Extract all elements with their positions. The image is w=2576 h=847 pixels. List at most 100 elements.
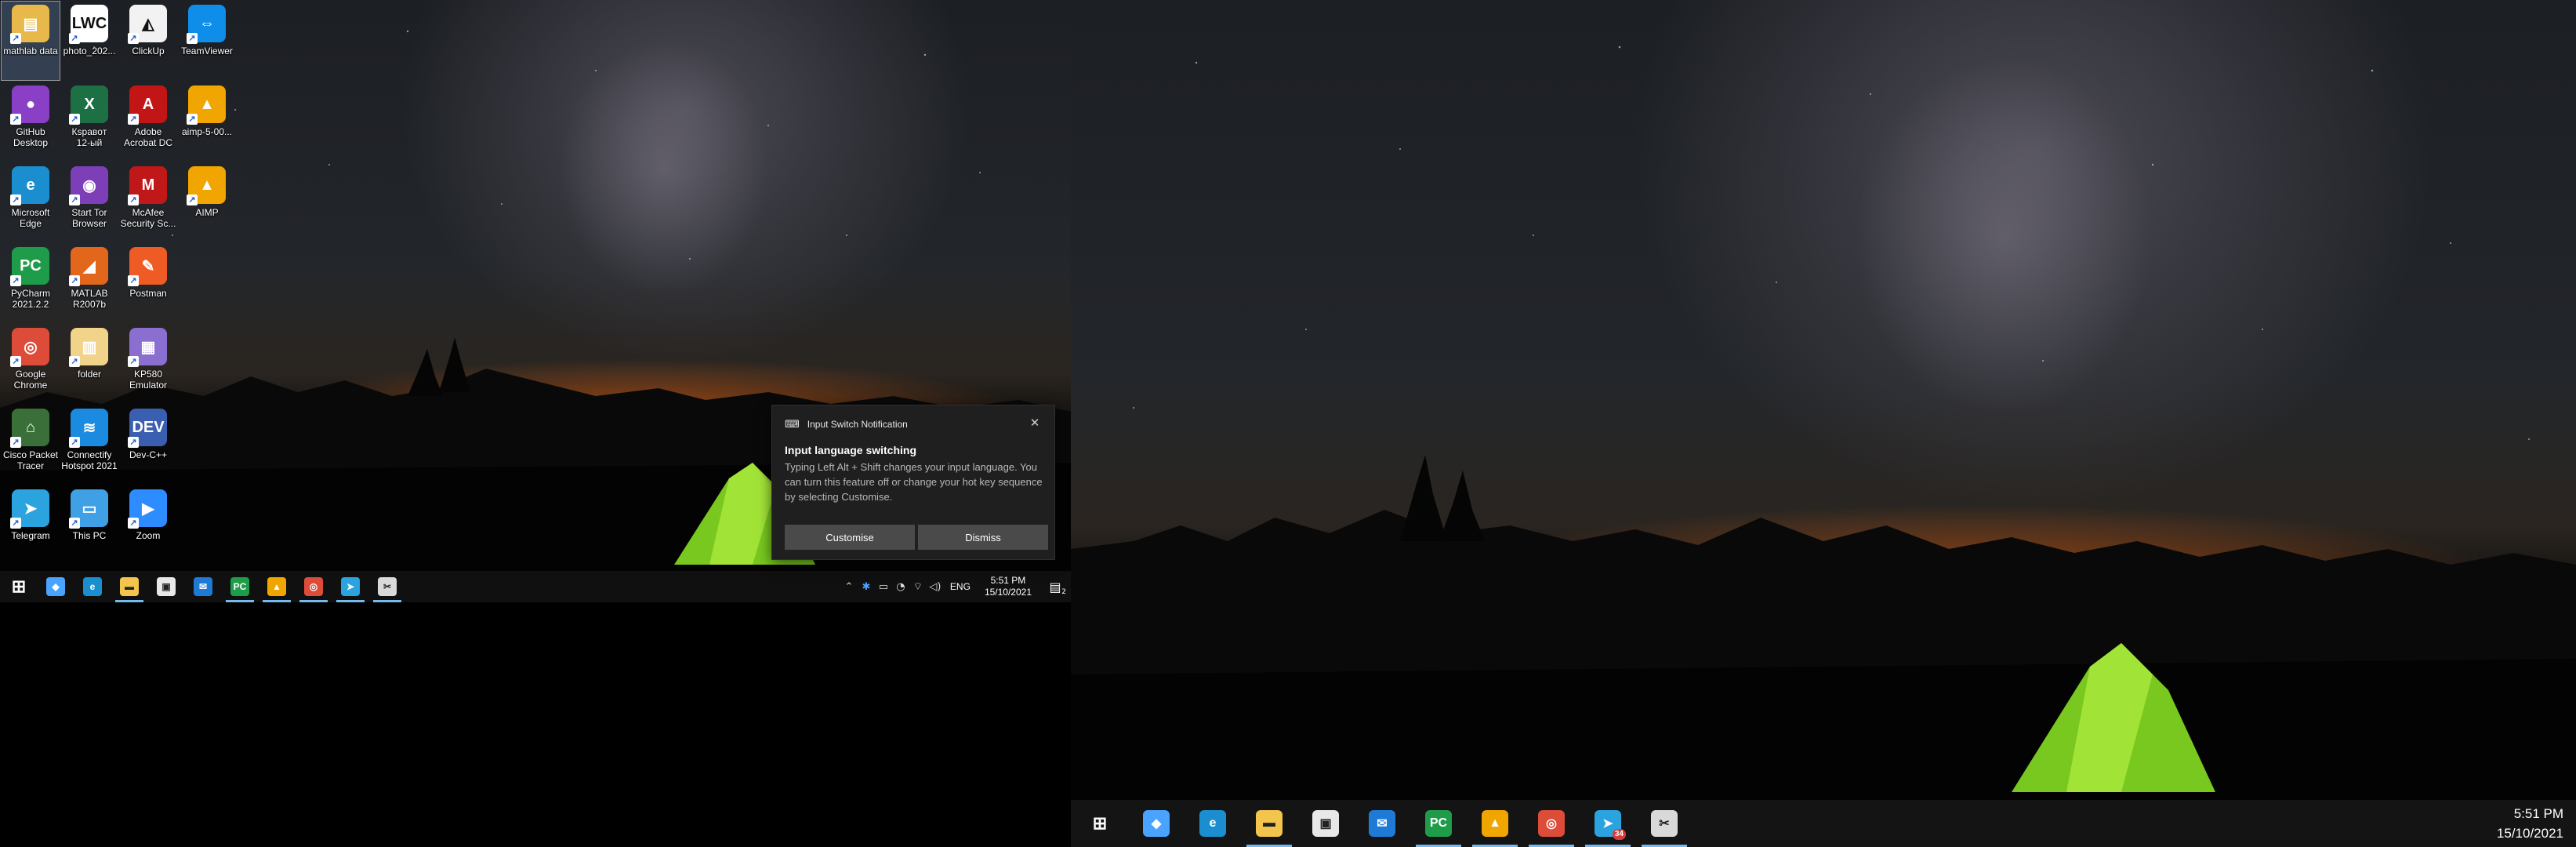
toast-body: Typing Left Alt + Shift changes your inp… (785, 461, 1043, 503)
desktop-icon[interactable]: ◉ ↗ Start Tor Browser (60, 163, 118, 242)
desktop-icon[interactable]: ◭ ↗ ClickUp (119, 2, 177, 80)
battery-icon[interactable]: ▭ (875, 571, 892, 602)
aimp-icon: ▲ ↗ (187, 166, 226, 205)
shortcut-arrow-icon: ↗ (69, 356, 80, 367)
shortcut-arrow-icon: ↗ (10, 437, 21, 448)
desktop-icon[interactable]: e ↗ Microsoft Edge (2, 163, 60, 242)
taskbar-button-telegram[interactable]: ➤ (332, 571, 369, 602)
taskbar-button-aimp[interactable]: ▲ (258, 571, 296, 602)
taskbar-button-mail[interactable]: ✉ (184, 571, 222, 602)
dismiss-button[interactable]: Dismiss (918, 525, 1048, 550)
desktop-icon[interactable]: ▭ ↗ This PC (60, 486, 118, 565)
file-explorer-icon: ▬ (120, 577, 139, 596)
acrobat-icon: A ↗ (128, 85, 167, 125)
image-file-icon: LWC ↗ (69, 5, 108, 44)
telegram-icon: ➤ 34 (1595, 810, 1626, 840)
volume-icon[interactable]: ◁) (927, 571, 944, 602)
taskbar-button-aimp[interactable]: ▲ (1466, 800, 1524, 847)
desktop-icon[interactable]: ● ↗ GitHub Desktop (2, 82, 60, 161)
teamviewer-icon: ⇔ ↗ (187, 5, 226, 44)
close-icon[interactable]: ✕ (1026, 415, 1043, 432)
mail-icon: ✉ (1369, 810, 1395, 837)
desktop-icon[interactable]: ▦ ↗ KP580 Emulator (119, 325, 177, 403)
zoom-icon: ▶ ↗ (128, 489, 167, 529)
desktop-icon[interactable]: ▤ ↗ mathlab data (1, 1, 60, 81)
desktop-icon-label: Telegram (11, 530, 50, 541)
excel-file-icon: X ↗ (69, 85, 108, 125)
language-indicator[interactable]: ENG (944, 581, 977, 592)
store-icon: ▣ (1312, 810, 1339, 837)
desktop-icon-label: ClickUp (132, 45, 165, 56)
chrome-icon: ◎ (304, 577, 323, 596)
taskbar-button-connectify[interactable]: ◆ (1127, 800, 1185, 847)
taskbar-button-store[interactable]: ▣ (1297, 800, 1355, 847)
packet-tracer-icon: ⌂ ↗ (10, 409, 49, 448)
desktop-icon-label: Adobe Acrobat DC (123, 126, 173, 148)
desktop-icon[interactable]: ▶ ↗ Zoom (119, 486, 177, 565)
chevron-up-icon[interactable]: ⌃ (840, 571, 858, 602)
clock-date: 15/10/2021 (984, 587, 1032, 598)
mcafee-icon: M ↗ (128, 166, 167, 205)
taskbar-button-file-explorer[interactable]: ▬ (1240, 800, 1298, 847)
telegram-icon: ➤ ↗ (10, 489, 49, 529)
taskbar-button-mail[interactable]: ✉ (1353, 800, 1411, 847)
taskbar-button-store[interactable]: ▣ (147, 571, 185, 602)
taskbar-button-chrome[interactable]: ◎ (1522, 800, 1580, 847)
desktop-icon-label: Zoom (136, 530, 161, 541)
taskbar-button-snipping[interactable]: ✂ (1635, 800, 1693, 847)
tor-browser-icon: ◉ ↗ (69, 166, 108, 205)
shortcut-arrow-icon: ↗ (10, 518, 21, 529)
taskbar-clock[interactable]: 5:51 PM 15/10/2021 (2497, 804, 2563, 843)
action-center-button[interactable]: ▤ 2 (1039, 571, 1071, 602)
desktop-icon[interactable]: ⇔ ↗ TeamViewer (178, 2, 236, 80)
taskbar-button-file-explorer[interactable]: ▬ (111, 571, 148, 602)
taskbar-button-snipping[interactable]: ✂ (368, 571, 406, 602)
store-icon: ▣ (157, 577, 176, 596)
customise-button[interactable]: Customise (785, 525, 915, 550)
desktop-icon-label: Postman (129, 288, 167, 299)
desktop-icon[interactable]: A ↗ Adobe Acrobat DC (119, 82, 177, 161)
taskbar-button-pycharm[interactable]: PC (1410, 800, 1468, 847)
desktop-icon[interactable]: PC ↗ PyCharm 2021.2.2 (2, 244, 60, 322)
desktop-icon-label: Cisco Packet Tracer (2, 449, 59, 471)
kp580-emulator-icon: ▦ ↗ (128, 328, 167, 367)
desktop-icon[interactable]: ⌂ ↗ Cisco Packet Tracer (2, 405, 60, 484)
taskbar-button-start[interactable]: ⊞ (1071, 800, 1129, 847)
taskbar-button-connectify[interactable]: ◆ (37, 571, 74, 602)
desktop-icon[interactable]: M ↗ McAfee Security Sc... (119, 163, 177, 242)
desktop-icon[interactable]: LWC ↗ photo_202... (60, 2, 118, 80)
shortcut-arrow-icon: ↗ (128, 194, 139, 205)
shortcut-arrow-icon: ↗ (128, 275, 139, 286)
taskbar-button-edge[interactable]: e (1184, 800, 1242, 847)
taskbar-clock[interactable]: 5:51 PM 15/10/2021 (977, 575, 1039, 598)
aimp-installer-icon: ▲ ↗ (187, 85, 226, 125)
taskbar-button-chrome[interactable]: ◎ (295, 571, 332, 602)
desktop-icon[interactable]: ▥ ↗ folder (60, 325, 118, 403)
folder-file-icon: ▥ ↗ (69, 328, 108, 367)
taskbar-button-pycharm[interactable]: PC (221, 571, 259, 602)
desktop-icon[interactable]: ➤ ↗ Telegram (2, 486, 60, 565)
network-icon[interactable]: ◔ (892, 571, 909, 602)
connectify-taskbar-icon: ◆ (1143, 810, 1170, 837)
shortcut-arrow-icon: ↗ (128, 437, 139, 448)
shortcut-arrow-icon: ↗ (10, 275, 21, 286)
taskbar-button-edge[interactable]: e (74, 571, 111, 602)
bluetooth-icon[interactable]: ✱ (858, 571, 875, 602)
desktop-icon-label: PyCharm 2021.2.2 (10, 288, 50, 310)
taskbar-button-start[interactable]: ⊞ (0, 571, 38, 602)
desktop-icon[interactable]: ◎ ↗ Google Chrome (2, 325, 60, 403)
desktop-icon[interactable]: ≋ ↗ Connectify Hotspot 2021 (60, 405, 118, 484)
desktop-icon[interactable]: ◢ ↗ MATLAB R2007b (60, 244, 118, 322)
taskbar-button-telegram[interactable]: ➤ 34 (1579, 800, 1637, 847)
connectify-icon: ≋ ↗ (69, 409, 108, 448)
pycharm-icon: PC (1425, 810, 1452, 837)
desktop-icon[interactable]: ▲ ↗ AIMP (178, 163, 236, 242)
shortcut-arrow-icon: ↗ (187, 194, 198, 205)
desktop-icon-label: Start Tor Browser (71, 207, 107, 229)
edge-icon: e (83, 577, 102, 596)
desktop-icon[interactable]: X ↗ Кspaвoт 12-ый (60, 82, 118, 161)
desktop-icon[interactable]: ▲ ↗ aimp-5-00... (178, 82, 236, 161)
desktop-icon[interactable]: DEV ↗ Dev-C++ (119, 405, 177, 484)
desktop-icon[interactable]: ✎ ↗ Postman (119, 244, 177, 322)
wifi-icon[interactable]: ⌔ (909, 571, 927, 602)
